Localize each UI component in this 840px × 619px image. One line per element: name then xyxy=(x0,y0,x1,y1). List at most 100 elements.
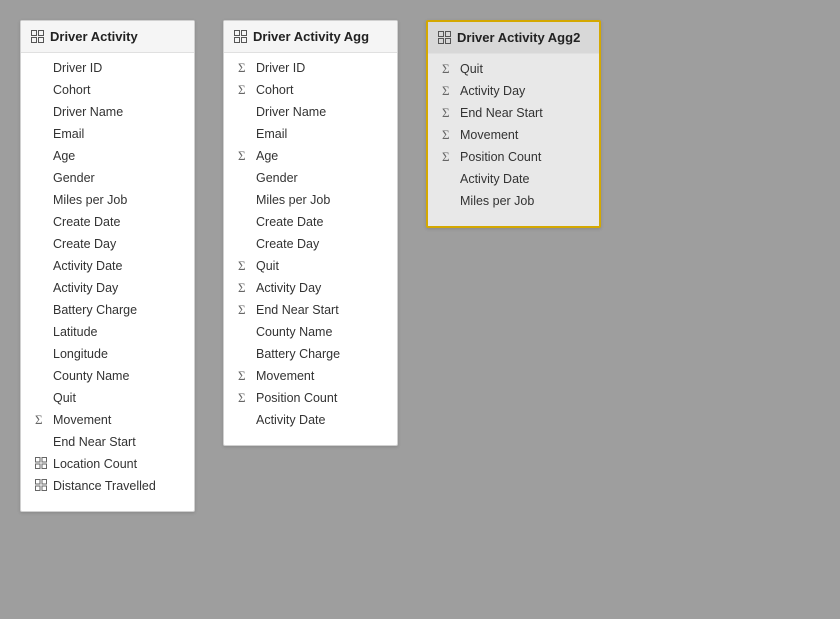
field-name: Gender xyxy=(256,171,298,185)
field-list-driver-activity-agg2: ΣQuitΣActivity DayΣEnd Near StartΣMoveme… xyxy=(428,54,599,216)
field-name: Email xyxy=(256,127,287,141)
field-item[interactable]: Activity Day xyxy=(21,277,194,299)
field-prefix: Σ xyxy=(238,368,256,384)
field-prefix xyxy=(35,457,53,472)
field-name: Cohort xyxy=(53,83,91,97)
field-item[interactable]: ΣDriver ID xyxy=(224,57,397,79)
field-name: Driver ID xyxy=(256,61,305,75)
field-item[interactable]: County Name xyxy=(21,365,194,387)
table-card-driver-activity-agg2: Driver Activity Agg2ΣQuitΣActivity DayΣE… xyxy=(426,20,601,228)
field-name: Create Date xyxy=(53,215,120,229)
field-name: Quit xyxy=(53,391,76,405)
field-name: Driver Name xyxy=(256,105,326,119)
field-name: Activity Day xyxy=(256,281,321,295)
field-item[interactable]: Quit xyxy=(21,387,194,409)
field-prefix: Σ xyxy=(238,60,256,76)
field-name: Create Date xyxy=(256,215,323,229)
field-name: Age xyxy=(53,149,75,163)
field-name: Quit xyxy=(460,62,483,76)
field-name: Longitude xyxy=(53,347,108,361)
field-item[interactable]: Distance Travelled xyxy=(21,475,194,497)
field-name: Age xyxy=(256,149,278,163)
field-item[interactable]: Latitude xyxy=(21,321,194,343)
field-item[interactable]: End Near Start xyxy=(21,431,194,453)
field-name: End Near Start xyxy=(460,106,543,120)
field-item[interactable]: ΣEnd Near Start xyxy=(428,102,599,124)
field-item[interactable]: ΣCohort xyxy=(224,79,397,101)
field-prefix: Σ xyxy=(238,82,256,98)
table-card-driver-activity-agg: Driver Activity AggΣDriver IDΣCohortDriv… xyxy=(223,20,398,446)
table-grid-icon-driver-activity-agg2 xyxy=(438,31,451,44)
field-prefix: Σ xyxy=(238,258,256,274)
field-prefix: Σ xyxy=(442,83,460,99)
field-item[interactable]: Create Date xyxy=(224,211,397,233)
field-prefix: Σ xyxy=(35,412,53,428)
field-name: Movement xyxy=(460,128,518,142)
field-name: Movement xyxy=(53,413,111,427)
field-item[interactable]: County Name xyxy=(224,321,397,343)
field-item[interactable]: Location Count xyxy=(21,453,194,475)
field-name: Cohort xyxy=(256,83,294,97)
field-item[interactable]: Email xyxy=(224,123,397,145)
field-item[interactable]: Cohort xyxy=(21,79,194,101)
field-name: Latitude xyxy=(53,325,97,339)
field-name: Movement xyxy=(256,369,314,383)
table-grid-icon-driver-activity xyxy=(31,30,44,43)
field-name: Driver Name xyxy=(53,105,123,119)
field-item[interactable]: ΣMovement xyxy=(224,365,397,387)
field-name: Email xyxy=(53,127,84,141)
field-name: Battery Charge xyxy=(256,347,340,361)
field-prefix: Σ xyxy=(238,390,256,406)
table-grid-icon-driver-activity-agg xyxy=(234,30,247,43)
field-name: Quit xyxy=(256,259,279,273)
field-name: Create Day xyxy=(256,237,319,251)
field-item[interactable]: Battery Charge xyxy=(224,343,397,365)
field-item[interactable]: ΣAge xyxy=(224,145,397,167)
field-item[interactable]: Driver Name xyxy=(224,101,397,123)
field-prefix: Σ xyxy=(238,148,256,164)
table-header-driver-activity-agg: Driver Activity Agg xyxy=(224,21,397,53)
field-item[interactable]: ΣPosition Count xyxy=(224,387,397,409)
field-name: Miles per Job xyxy=(460,194,534,208)
field-item[interactable]: Battery Charge xyxy=(21,299,194,321)
field-name: Position Count xyxy=(256,391,337,405)
field-name: Location Count xyxy=(53,457,137,471)
field-item[interactable]: ΣEnd Near Start xyxy=(224,299,397,321)
field-item[interactable]: Age xyxy=(21,145,194,167)
field-item[interactable]: Activity Date xyxy=(428,168,599,190)
table-title-driver-activity: Driver Activity xyxy=(50,29,138,44)
field-name: Activity Date xyxy=(460,172,529,186)
field-item[interactable]: Driver Name xyxy=(21,101,194,123)
field-item[interactable]: Create Date xyxy=(21,211,194,233)
field-item[interactable]: Driver ID xyxy=(21,57,194,79)
field-name: Driver ID xyxy=(53,61,102,75)
field-item[interactable]: ΣPosition Count xyxy=(428,146,599,168)
field-item[interactable]: Create Day xyxy=(21,233,194,255)
field-item[interactable]: Miles per Job xyxy=(21,189,194,211)
field-item[interactable]: ΣMovement xyxy=(21,409,194,431)
field-prefix xyxy=(35,479,53,494)
field-name: Create Day xyxy=(53,237,116,251)
field-name: Battery Charge xyxy=(53,303,137,317)
field-item[interactable]: ΣMovement xyxy=(428,124,599,146)
field-name: Miles per Job xyxy=(53,193,127,207)
table-header-driver-activity: Driver Activity xyxy=(21,21,194,53)
field-prefix: Σ xyxy=(442,105,460,121)
field-item[interactable]: Longitude xyxy=(21,343,194,365)
field-item[interactable]: ΣActivity Day xyxy=(224,277,397,299)
table-header-driver-activity-agg2: Driver Activity Agg2 xyxy=(428,22,599,54)
field-name: Position Count xyxy=(460,150,541,164)
field-item[interactable]: Gender xyxy=(21,167,194,189)
field-item[interactable]: ΣActivity Day xyxy=(428,80,599,102)
field-item[interactable]: Activity Date xyxy=(224,409,397,431)
field-item[interactable]: ΣQuit xyxy=(224,255,397,277)
field-name: Activity Day xyxy=(53,281,118,295)
field-item[interactable]: Miles per Job xyxy=(224,189,397,211)
field-item[interactable]: Create Day xyxy=(224,233,397,255)
field-item[interactable]: Email xyxy=(21,123,194,145)
field-item[interactable]: Miles per Job xyxy=(428,190,599,212)
field-name: End Near Start xyxy=(53,435,136,449)
field-item[interactable]: Gender xyxy=(224,167,397,189)
field-item[interactable]: ΣQuit xyxy=(428,58,599,80)
field-item[interactable]: Activity Date xyxy=(21,255,194,277)
